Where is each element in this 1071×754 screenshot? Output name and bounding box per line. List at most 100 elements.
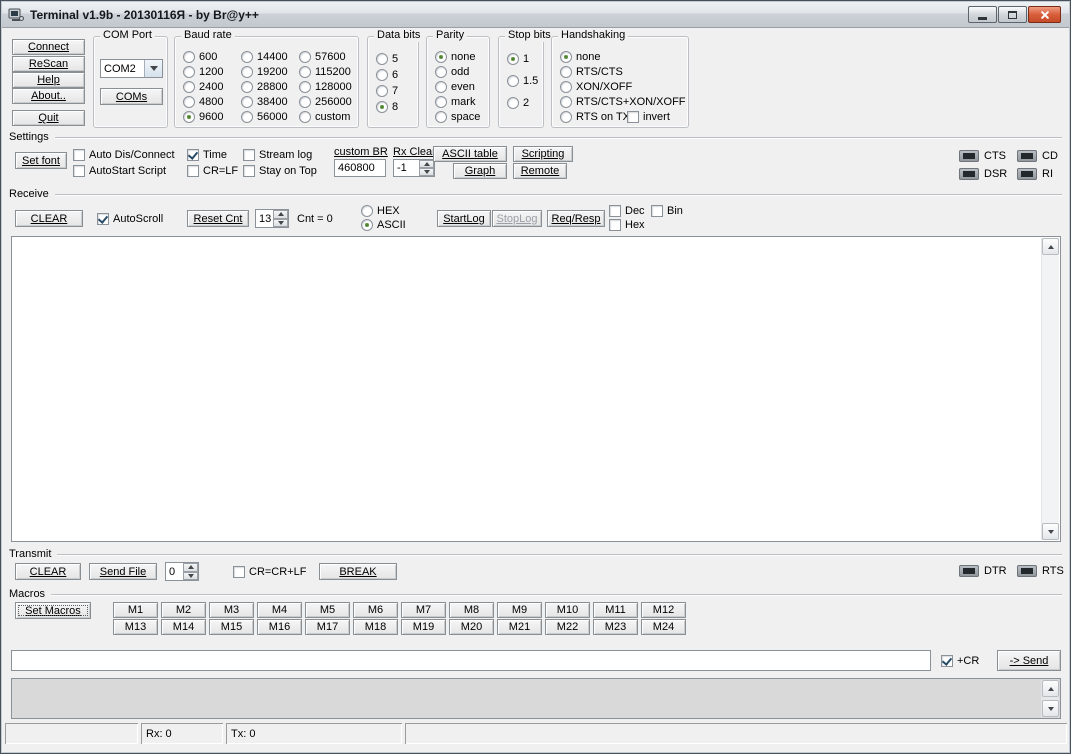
macro-button-m3[interactable]: M3 bbox=[209, 602, 254, 618]
reset-cnt-button[interactable]: Reset Cnt bbox=[187, 210, 249, 227]
parity-mark[interactable]: mark bbox=[435, 95, 475, 108]
spin-up-button[interactable] bbox=[273, 210, 288, 219]
handshake-rtscts-xonxoff[interactable]: RTS/CTS+XON/XOFF bbox=[560, 95, 686, 108]
scroll-down-button[interactable] bbox=[1042, 700, 1059, 717]
macro-button-m21[interactable]: M21 bbox=[497, 619, 542, 635]
set-macros-button[interactable]: Set Macros bbox=[15, 602, 91, 619]
baud-custom[interactable]: custom bbox=[299, 110, 350, 123]
history-scrollbar[interactable] bbox=[1041, 680, 1059, 717]
cr-lf-checkbox[interactable]: CR=LF bbox=[187, 164, 238, 177]
baud-9600[interactable]: 9600 bbox=[183, 110, 223, 123]
spin-down-button[interactable] bbox=[419, 168, 434, 176]
baud-4800[interactable]: 4800 bbox=[183, 95, 223, 108]
transmit-delay-spinner[interactable]: 0 bbox=[165, 562, 199, 581]
databits-5[interactable]: 5 bbox=[376, 52, 398, 65]
minimize-button[interactable] bbox=[968, 6, 997, 23]
invert-checkbox[interactable]: invert bbox=[627, 110, 670, 123]
macro-button-m1[interactable]: M1 bbox=[113, 602, 158, 618]
macro-button-m10[interactable]: M10 bbox=[545, 602, 590, 618]
macro-button-m8[interactable]: M8 bbox=[449, 602, 494, 618]
macro-button-m16[interactable]: M16 bbox=[257, 619, 302, 635]
macro-button-m23[interactable]: M23 bbox=[593, 619, 638, 635]
autostart-script-checkbox[interactable]: AutoStart Script bbox=[73, 164, 166, 177]
hex-checkbox[interactable]: Hex bbox=[609, 218, 645, 231]
autoscroll-checkbox[interactable]: AutoScroll bbox=[97, 212, 163, 225]
ascii-table-button[interactable]: ASCII table bbox=[433, 146, 507, 162]
time-checkbox[interactable]: Time bbox=[187, 148, 227, 161]
macro-button-m6[interactable]: M6 bbox=[353, 602, 398, 618]
stopbits-2[interactable]: 2 bbox=[507, 96, 529, 109]
baud-14400[interactable]: 14400 bbox=[241, 50, 288, 63]
receive-clear-button[interactable]: CLEAR bbox=[15, 210, 83, 227]
send-input[interactable] bbox=[11, 650, 931, 671]
baud-38400[interactable]: 38400 bbox=[241, 95, 288, 108]
scroll-up-button[interactable] bbox=[1042, 238, 1059, 255]
spin-down-button[interactable] bbox=[183, 572, 198, 581]
custom-br-input[interactable]: 460800 bbox=[334, 159, 386, 177]
macro-button-m11[interactable]: M11 bbox=[593, 602, 638, 618]
spin-up-button[interactable] bbox=[183, 563, 198, 572]
custom-br-link[interactable]: custom BR bbox=[334, 146, 388, 158]
parity-space[interactable]: space bbox=[435, 110, 480, 123]
startlog-button[interactable]: StartLog bbox=[437, 210, 491, 227]
com-port-select[interactable]: COM2 bbox=[100, 59, 163, 78]
set-font-button[interactable]: Set font bbox=[15, 152, 67, 169]
send-button[interactable]: -> Send bbox=[997, 650, 1061, 671]
req-resp-button[interactable]: Req/Resp bbox=[547, 210, 605, 227]
macro-button-m2[interactable]: M2 bbox=[161, 602, 206, 618]
receive-scrollbar[interactable] bbox=[1041, 238, 1059, 540]
hex-mode-radio[interactable]: HEX bbox=[361, 204, 400, 217]
databits-8[interactable]: 8 bbox=[376, 100, 398, 113]
macro-button-m15[interactable]: M15 bbox=[209, 619, 254, 635]
macro-button-m5[interactable]: M5 bbox=[305, 602, 350, 618]
graph-button[interactable]: Graph bbox=[453, 163, 507, 179]
bin-checkbox[interactable]: Bin bbox=[651, 204, 683, 217]
handshake-rts-on-tx[interactable]: RTS on TX bbox=[560, 110, 630, 123]
stopbits-1[interactable]: 1 bbox=[507, 52, 529, 65]
macro-button-m24[interactable]: M24 bbox=[641, 619, 686, 635]
baud-600[interactable]: 600 bbox=[183, 50, 217, 63]
baud-2400[interactable]: 2400 bbox=[183, 80, 223, 93]
macro-button-m22[interactable]: M22 bbox=[545, 619, 590, 635]
handshake-xonxoff[interactable]: XON/XOFF bbox=[560, 80, 632, 93]
coms-button[interactable]: COMs bbox=[100, 88, 163, 105]
receive-counter-spinner[interactable]: 13 bbox=[255, 209, 289, 228]
send-file-button[interactable]: Send File bbox=[89, 563, 157, 580]
macro-button-m17[interactable]: M17 bbox=[305, 619, 350, 635]
baud-128000[interactable]: 128000 bbox=[299, 80, 352, 93]
rx-clear-link[interactable]: Rx Clear bbox=[393, 146, 436, 158]
macro-button-m19[interactable]: M19 bbox=[401, 619, 446, 635]
macro-button-m4[interactable]: M4 bbox=[257, 602, 302, 618]
databits-7[interactable]: 7 bbox=[376, 84, 398, 97]
handshake-rtscts[interactable]: RTS/CTS bbox=[560, 65, 623, 78]
stopbits-1-5[interactable]: 1.5 bbox=[507, 74, 538, 87]
transmit-clear-button[interactable]: CLEAR bbox=[15, 563, 81, 580]
stream-log-checkbox[interactable]: Stream log bbox=[243, 148, 312, 161]
baud-28800[interactable]: 28800 bbox=[241, 80, 288, 93]
cr-crlf-checkbox[interactable]: CR=CR+LF bbox=[233, 565, 306, 578]
receive-log-area[interactable] bbox=[11, 236, 1061, 542]
databits-6[interactable]: 6 bbox=[376, 68, 398, 81]
scripting-button[interactable]: Scripting bbox=[513, 146, 573, 162]
macro-button-m9[interactable]: M9 bbox=[497, 602, 542, 618]
baud-115200[interactable]: 115200 bbox=[299, 65, 351, 78]
auto-dis-connect-checkbox[interactable]: Auto Dis/Connect bbox=[73, 148, 175, 161]
dec-checkbox[interactable]: Dec bbox=[609, 204, 645, 217]
chevron-down-icon[interactable] bbox=[144, 60, 162, 77]
parity-even[interactable]: even bbox=[435, 80, 475, 93]
macro-button-m13[interactable]: M13 bbox=[113, 619, 158, 635]
about-button[interactable]: About.. bbox=[12, 88, 85, 104]
quit-button[interactable]: Quit bbox=[12, 110, 85, 126]
baud-57600[interactable]: 57600 bbox=[299, 50, 346, 63]
macro-button-m18[interactable]: M18 bbox=[353, 619, 398, 635]
macro-button-m7[interactable]: M7 bbox=[401, 602, 446, 618]
macro-button-m20[interactable]: M20 bbox=[449, 619, 494, 635]
baud-256000[interactable]: 256000 bbox=[299, 95, 352, 108]
remote-button[interactable]: Remote bbox=[513, 163, 567, 179]
parity-none[interactable]: none bbox=[435, 50, 475, 63]
scroll-down-button[interactable] bbox=[1042, 523, 1059, 540]
baud-1200[interactable]: 1200 bbox=[183, 65, 223, 78]
help-button[interactable]: Help bbox=[12, 72, 85, 88]
parity-odd[interactable]: odd bbox=[435, 65, 469, 78]
spin-down-button[interactable] bbox=[273, 219, 288, 228]
